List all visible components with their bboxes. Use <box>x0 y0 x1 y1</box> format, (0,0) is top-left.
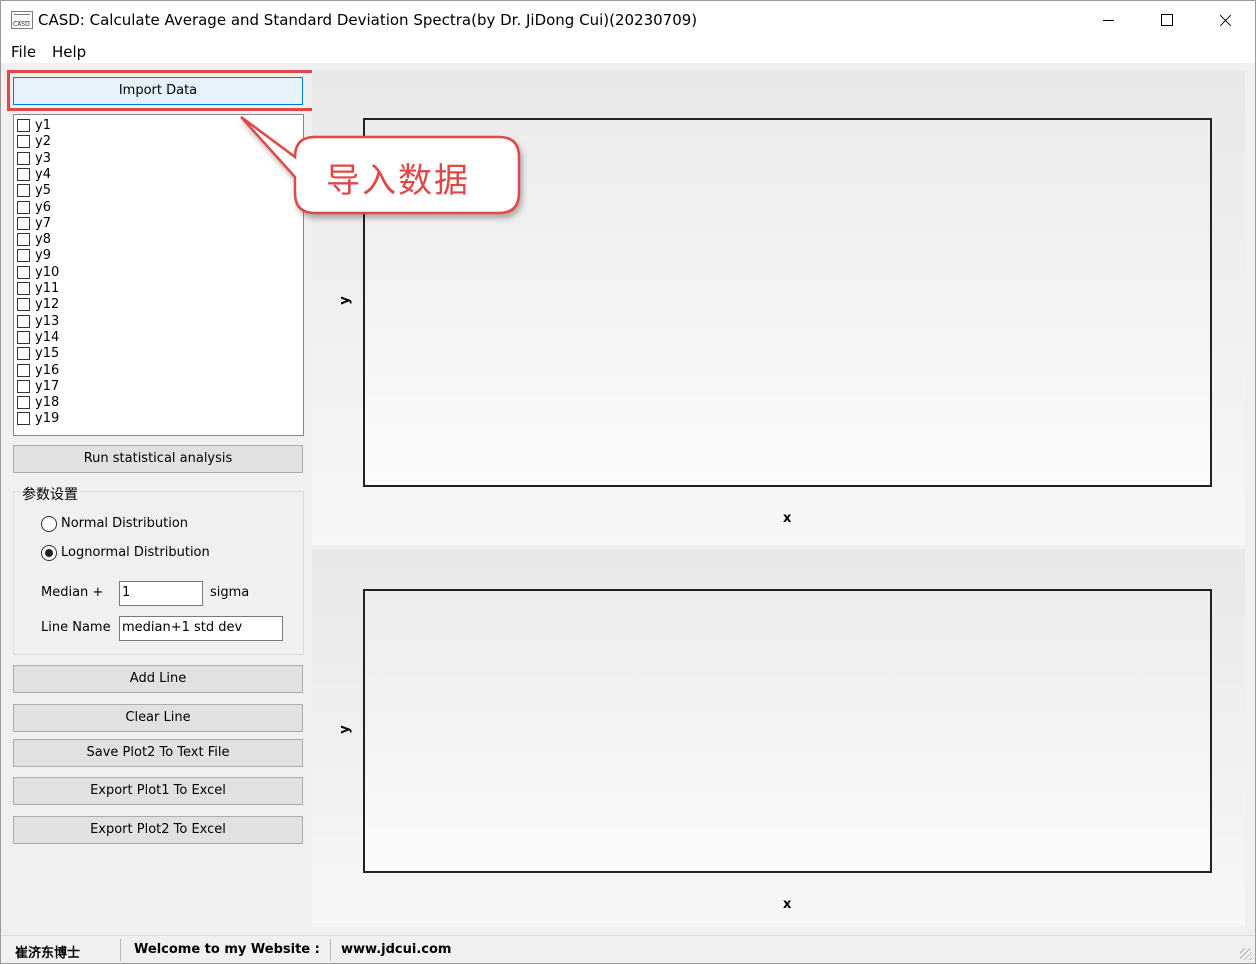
checkbox-icon[interactable] <box>17 119 30 132</box>
lognormal-distribution-label: Lognormal Distribution <box>61 545 210 560</box>
series-label: y10 <box>35 264 60 280</box>
checkbox-icon[interactable] <box>17 200 30 214</box>
series-label: y5 <box>35 183 51 199</box>
series-label: y13 <box>35 313 60 329</box>
casd-app-icon <box>11 11 33 29</box>
checkbox-icon[interactable] <box>17 135 30 149</box>
series-label: y12 <box>35 297 60 313</box>
series-label: y14 <box>35 329 60 345</box>
resize-grip-icon[interactable] <box>1240 948 1252 960</box>
checkbox-icon[interactable] <box>17 282 30 295</box>
minimize-icon[interactable] <box>1079 1 1137 39</box>
checkbox-icon[interactable] <box>17 233 30 247</box>
series-label: y2 <box>35 134 51 150</box>
plot1-x-label: x <box>783 511 792 526</box>
plot2-x-label: x <box>783 897 792 912</box>
normal-distribution-label: Normal Distribution <box>61 516 189 531</box>
series-label: y16 <box>35 362 60 378</box>
series-label: y18 <box>35 395 60 411</box>
sigma-label: sigma <box>210 585 250 600</box>
checkbox-icon[interactable] <box>17 347 30 361</box>
series-label: y7 <box>35 215 51 231</box>
run-analysis-button[interactable]: Run statistical analysis <box>13 445 303 473</box>
callout-text: 导入数据 <box>326 161 470 201</box>
checkbox-icon[interactable] <box>17 265 30 279</box>
maximize-icon[interactable] <box>1138 1 1196 39</box>
import-data-button[interactable]: Import Data <box>13 77 303 105</box>
series-label: y15 <box>35 346 60 362</box>
status-author: 崔济东博士 <box>15 946 81 961</box>
series-label: y4 <box>35 166 51 182</box>
series-label: y1 <box>35 118 51 133</box>
export-plot1-excel-button[interactable]: Export Plot1 To Excel <box>13 777 303 805</box>
radio-circle-icon[interactable] <box>41 516 57 532</box>
line-name-input[interactable]: median+1 std dev <box>119 616 283 641</box>
series-label: y19 <box>35 411 60 427</box>
median-sigma-input[interactable]: 1 <box>119 581 203 606</box>
plot2-y-label: y <box>337 725 353 734</box>
status-divider <box>330 939 331 961</box>
plot1-y-label: y <box>337 296 353 305</box>
status-bar: 崔济东博士 Welcome to my Website : www.jdcui.… <box>1 935 1255 963</box>
save-plot2-text-button[interactable]: Save Plot2 To Text File <box>13 739 303 767</box>
checkbox-icon[interactable] <box>17 298 30 312</box>
close-icon[interactable] <box>1197 1 1255 39</box>
checkbox-icon[interactable] <box>17 412 30 426</box>
checkbox-icon[interactable] <box>17 330 30 344</box>
checkbox-icon[interactable] <box>17 216 30 230</box>
line-name-label: Line Name <box>41 620 111 635</box>
clear-line-button[interactable]: Clear Line <box>13 704 303 732</box>
series-label: y3 <box>35 150 51 166</box>
status-welcome: Welcome to my Website : <box>134 942 320 957</box>
series-label: y9 <box>35 248 51 264</box>
menu-help[interactable]: Help <box>52 43 86 61</box>
menu-bar: File Help <box>1 39 1255 63</box>
checkbox-icon[interactable] <box>17 314 30 328</box>
app-window: CASD: Calculate Average and Standard Dev… <box>0 0 1256 964</box>
export-plot2-excel-button[interactable]: Export Plot2 To Excel <box>13 816 303 844</box>
checkbox-icon[interactable] <box>17 184 30 198</box>
title-bar: CASD: Calculate Average and Standard Dev… <box>1 1 1255 39</box>
checkbox-icon[interactable] <box>17 151 30 165</box>
checkbox-icon[interactable] <box>17 363 30 377</box>
checkbox-icon[interactable] <box>17 249 30 263</box>
median-label: Median + <box>41 585 104 600</box>
checkbox-icon[interactable] <box>17 379 30 393</box>
status-divider <box>120 939 121 961</box>
add-line-button[interactable]: Add Line <box>13 665 303 693</box>
series-label: y8 <box>35 232 51 248</box>
checkbox-icon[interactable] <box>17 167 30 181</box>
window-title: CASD: Calculate Average and Standard Dev… <box>38 11 698 29</box>
series-label: y6 <box>35 199 51 215</box>
plot2-axes[interactable] <box>363 589 1212 873</box>
series-label: y17 <box>35 378 60 394</box>
radio-selected-icon[interactable] <box>41 545 57 561</box>
menu-file[interactable]: File <box>11 43 36 61</box>
status-website-link[interactable]: www.jdcui.com <box>341 942 451 957</box>
plot2-panel: y x <box>312 549 1245 927</box>
params-group-title: 参数设置 <box>20 484 80 504</box>
checkbox-icon[interactable] <box>17 396 30 410</box>
series-label: y11 <box>35 281 60 296</box>
